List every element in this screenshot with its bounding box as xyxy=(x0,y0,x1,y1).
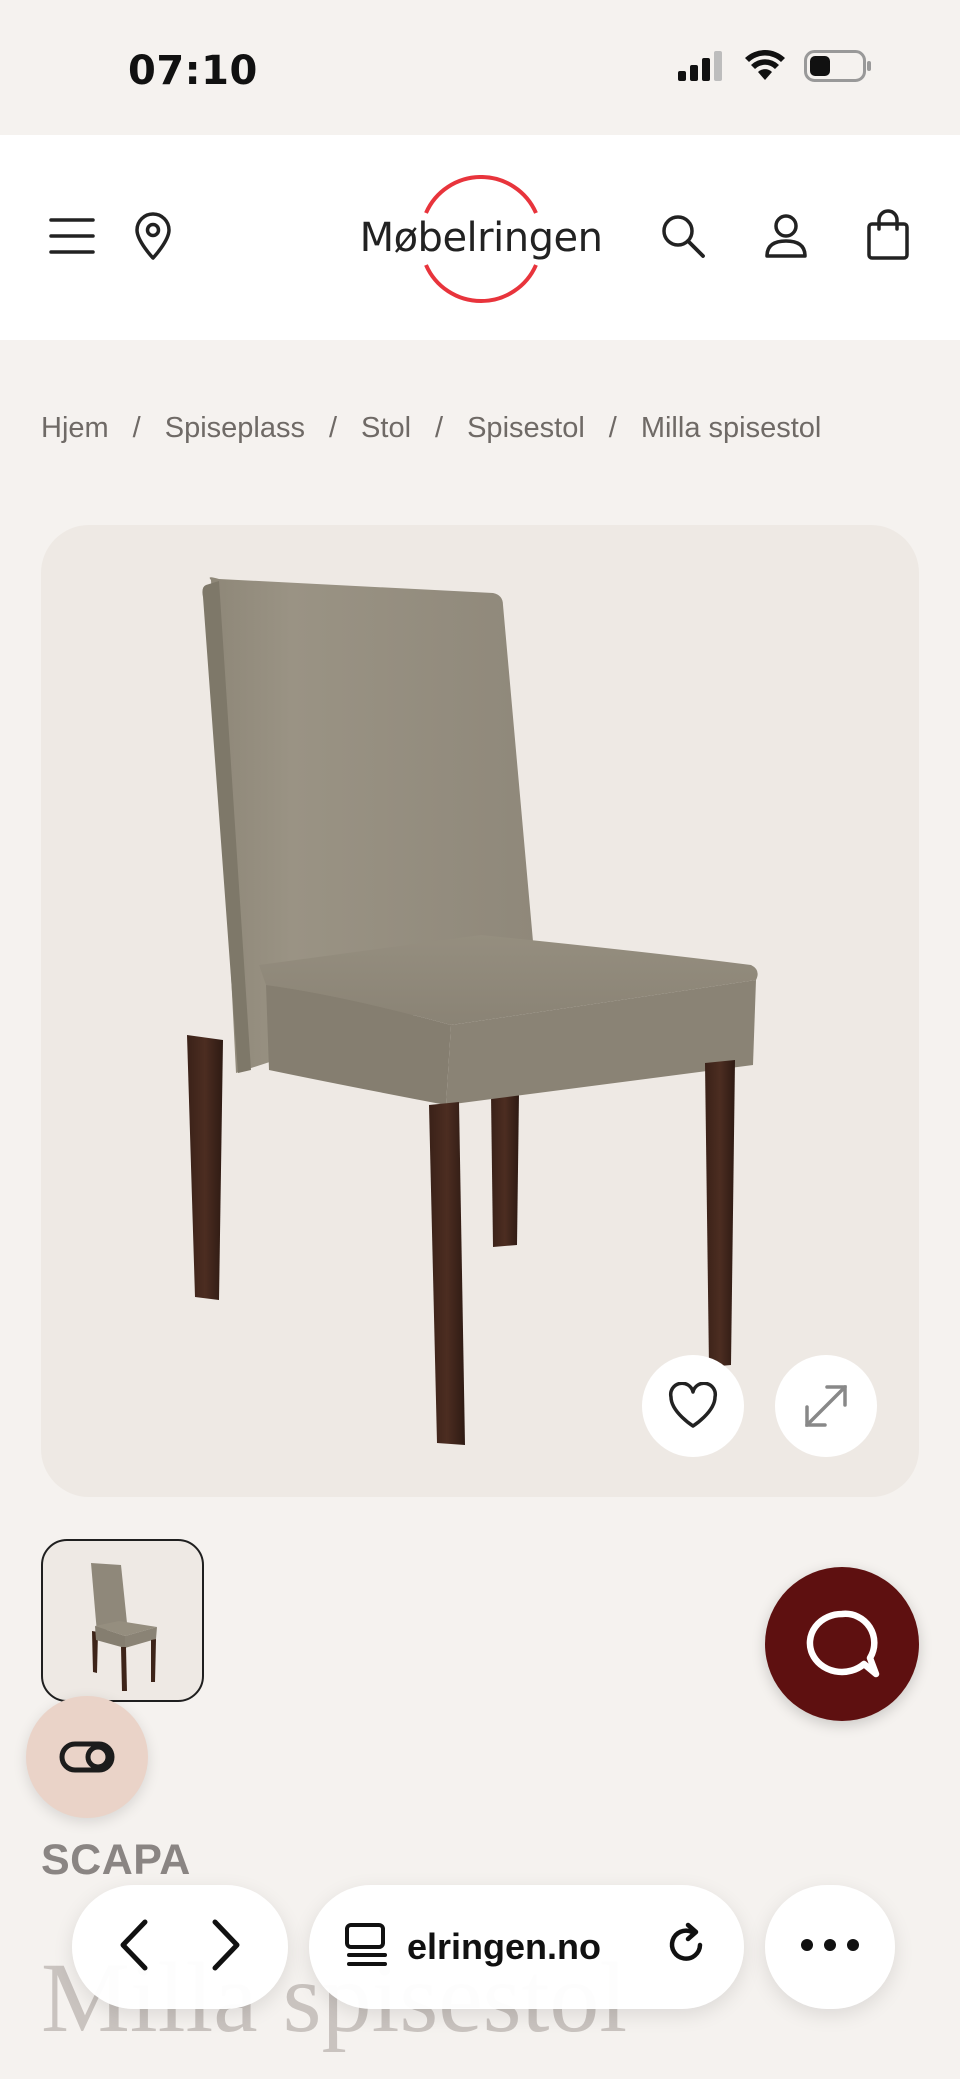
breadcrumb-item-hjem[interactable]: Hjem xyxy=(41,412,109,445)
signal-icon xyxy=(678,51,722,81)
breadcrumb-item-spiseplass[interactable]: Spiseplass xyxy=(165,412,305,445)
breadcrumb-item-stol[interactable]: Stol xyxy=(361,412,411,445)
compare-toggle-button[interactable] xyxy=(26,1696,148,1818)
search-icon[interactable] xyxy=(658,211,708,261)
logo-text: Møbelringen xyxy=(359,215,603,261)
breadcrumb-item-spisestol[interactable]: Spisestol xyxy=(467,412,585,445)
shopping-bag-icon[interactable] xyxy=(864,207,912,263)
status-icons xyxy=(678,50,872,82)
product-thumbnail[interactable] xyxy=(41,1539,204,1702)
battery-icon xyxy=(804,50,871,82)
reload-icon[interactable] xyxy=(662,1921,710,1974)
chat-bubble-icon xyxy=(806,1610,880,1678)
menu-icon[interactable] xyxy=(46,213,98,259)
product-image-card[interactable] xyxy=(41,525,919,1497)
breadcrumb-separator: / xyxy=(435,412,444,444)
expand-image-button[interactable] xyxy=(775,1355,877,1457)
breadcrumb-separator: / xyxy=(132,412,141,444)
breadcrumb-item-current: Milla spisestol xyxy=(640,412,822,444)
browser-more-pill[interactable] xyxy=(765,1885,895,2009)
address-bar[interactable]: elringen.no xyxy=(309,1885,744,2009)
breadcrumb: Hjem / Spiseplass / Stol / Spisestol / M… xyxy=(41,412,821,445)
product-image-chair[interactable] xyxy=(41,525,919,1497)
favorite-button[interactable] xyxy=(642,1355,744,1457)
breadcrumb-separator: / xyxy=(328,412,338,444)
wifi-icon xyxy=(745,50,785,80)
status-time: 07:10 xyxy=(128,48,258,94)
breadcrumb-separator: / xyxy=(608,412,617,444)
compare-toggle-icon xyxy=(59,1741,115,1773)
site-logo[interactable]: Møbelringen xyxy=(350,175,610,305)
site-header: Møbelringen xyxy=(0,135,960,340)
product-brand[interactable]: SCAPA xyxy=(41,1836,191,1885)
expand-icon xyxy=(805,1385,847,1427)
url-text[interactable]: elringen.no xyxy=(407,1926,662,1968)
account-icon[interactable] xyxy=(762,211,810,261)
forward-icon[interactable] xyxy=(205,1918,245,1977)
reader-icon[interactable] xyxy=(343,1921,391,1974)
thumbnail-chair-image xyxy=(91,1563,157,1691)
status-bar: 07:10 xyxy=(0,0,960,135)
more-icon[interactable] xyxy=(800,1938,860,1957)
browser-nav-pill xyxy=(72,1885,288,2009)
location-pin-icon[interactable] xyxy=(130,209,176,263)
heart-icon xyxy=(668,1382,718,1428)
chat-button[interactable] xyxy=(765,1567,919,1721)
back-icon[interactable] xyxy=(115,1918,155,1977)
